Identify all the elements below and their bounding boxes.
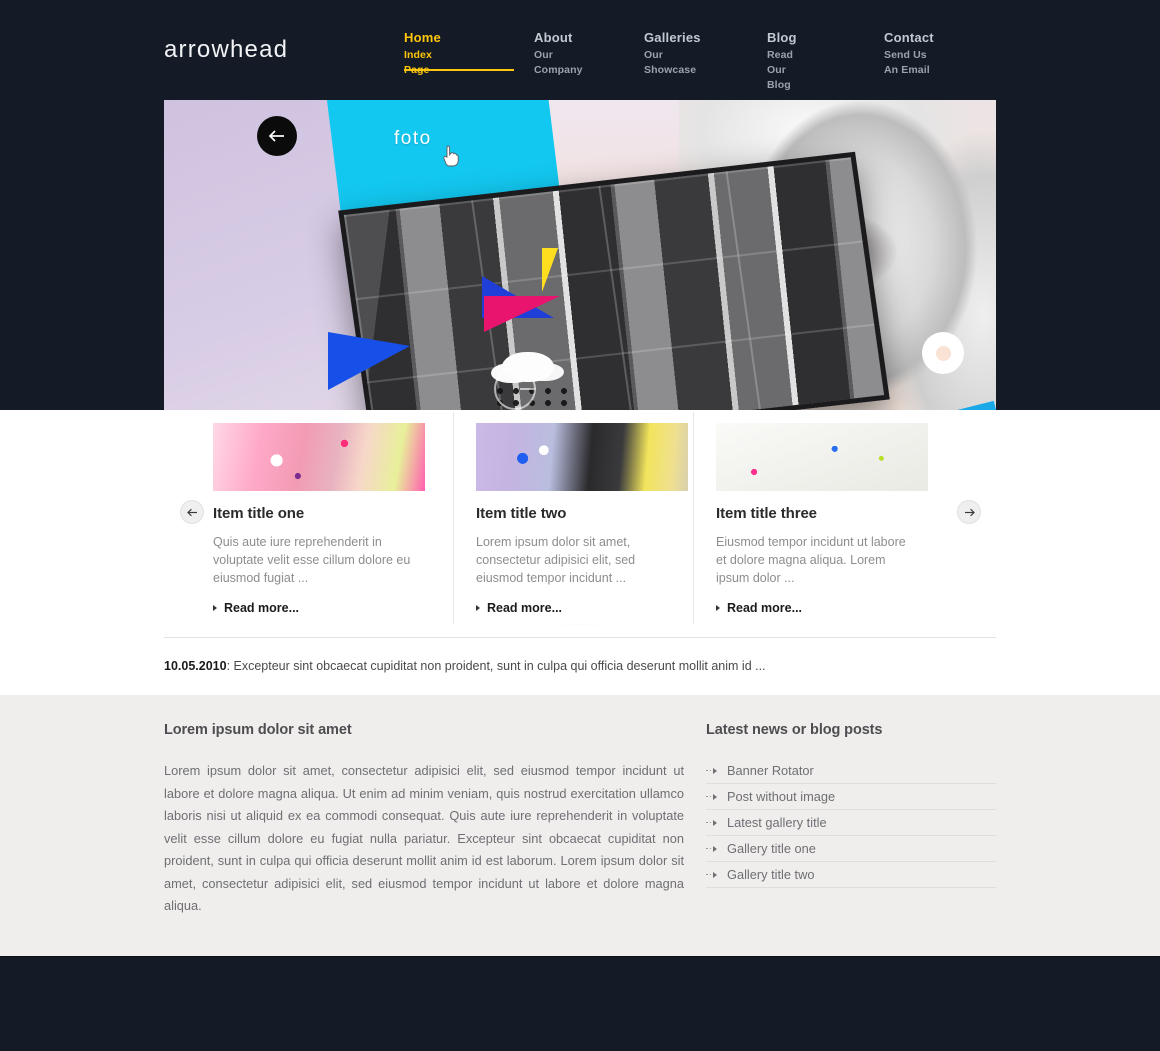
list-item[interactable]: Post without image [706,784,996,810]
carousel-card[interactable]: Item title three Eiusmod tempor incidunt… [693,412,933,624]
card-thumbnail-image[interactable] [716,423,928,491]
slider-next-button[interactable] [922,332,964,374]
card-thumbnail-image[interactable] [476,423,688,491]
header-inner: arrowhead Home Index Page About Our Comp… [164,0,996,96]
nav-item-blog-sublabel: Read Our Blog [767,49,794,91]
card-read-more-link[interactable]: Read more... [213,601,433,615]
main-column-paragraph: Lorem ipsum dolor sit amet, consectetur … [164,763,684,913]
nav-item-contact-sublabel: Send Us An Email [884,49,930,76]
latest-news-date: 10.05.2010 [164,659,227,673]
nav-item-about[interactable]: About Our Company [534,30,583,86]
slide-yellow-triangle [542,248,558,292]
arrow-right-icon [964,508,975,516]
nav-item-home-sublabel: Index Page [404,49,432,76]
latest-news-text[interactable]: Excepteur sint obcaecat cupiditat non pr… [234,659,766,673]
card-excerpt: Lorem ipsum dolor sit amet, consectetur … [476,535,636,585]
carousel-card[interactable]: Item title one Quis aute iure reprehende… [213,412,453,624]
sidebar-column: Latest news or blog posts Banner Rotator… [706,722,996,888]
card-title: Item title three [716,505,817,522]
dotted-arrow-icon [706,767,717,774]
list-item[interactable]: Gallery title two [706,862,996,888]
slide-photo-grid [343,157,885,453]
footer-band: Your copyright - footer info here t f se… [0,956,1160,1051]
nav-item-home-label: Home [404,30,441,45]
nav-item-blog-label: Blog [767,30,797,45]
dotted-arrow-icon [706,871,717,878]
slide-watermark-icon [494,368,536,410]
latest-news-separator: : [226,659,234,673]
nav-item-galleries[interactable]: Galleries Our Showcase [644,30,701,86]
nav-active-underline [404,69,514,71]
sidebar-heading: Latest news or blog posts [706,722,883,738]
list-item-label: Latest gallery title [727,815,827,830]
nav-item-galleries-sublabel: Our Showcase [644,49,697,76]
card-read-more-link[interactable]: Read more... [476,601,673,615]
list-item[interactable]: Latest gallery title [706,810,996,836]
slide-caption: foto [394,128,432,149]
dotted-arrow-icon [706,845,717,852]
header-band: arrowhead Home Index Page About Our Comp… [0,0,1160,490]
list-item-label: Banner Rotator [727,763,814,778]
carousel-next-button[interactable] [957,500,981,524]
nav-item-blog[interactable]: Blog Read Our Blog [767,30,797,101]
carousel-card-list: Item title one Quis aute iure reprehende… [213,412,947,624]
card-title: Item title two [476,505,567,522]
slide-blue-triangle [328,332,410,390]
card-read-more-link[interactable]: Read more... [716,601,913,615]
dotted-arrow-icon [706,819,717,826]
main-text-column: Lorem ipsum dolor sit amet Lorem ipsum d… [164,722,684,918]
nav-item-contact[interactable]: Contact Send Us An Email [884,30,934,86]
latest-news-line: 10.05.2010: Excepteur sint obcaecat cupi… [164,637,996,673]
arrow-left-icon [268,130,284,142]
carousel-prev-button[interactable] [180,500,204,524]
main-column-heading: Lorem ipsum dolor sit amet [164,722,352,738]
slider-prev-button[interactable] [257,116,297,156]
triangle-right-icon [716,605,720,611]
slide-pink-triangle [484,296,560,332]
carousel-card[interactable]: Item title two Lorem ipsum dolor sit ame… [453,412,693,624]
nav-item-about-sublabel: Our Company [534,49,583,76]
card-title: Item title one [213,505,305,522]
nav-item-contact-label: Contact [884,30,934,45]
site-logo[interactable]: arrowhead [164,36,288,64]
list-item-label: Gallery title two [727,867,815,882]
arrow-left-icon [186,508,197,516]
card-read-more-label: Read more... [224,601,300,615]
card-thumbnail-image[interactable] [213,423,425,491]
card-read-more-label: Read more... [487,601,563,615]
list-item[interactable]: Gallery title one [706,836,996,862]
nav-item-galleries-label: Galleries [644,30,701,45]
featured-carousel: Item title one Quis aute iure reprehende… [213,412,947,624]
nav-item-home[interactable]: Home Index Page [404,30,514,86]
triangle-right-icon [213,605,217,611]
dotted-arrow-icon [706,793,717,800]
list-item[interactable]: Banner Rotator [706,758,996,784]
page-root: arrowhead Home Index Page About Our Comp… [0,0,1160,1051]
triangle-right-icon [476,605,480,611]
card-excerpt: Eiusmod tempor incidunt ut labore et dol… [716,535,906,585]
card-read-more-label: Read more... [727,601,803,615]
list-item-label: Gallery title one [727,841,816,856]
circle-dot-icon [935,345,951,361]
sidebar-post-list: Banner Rotator Post without image Latest… [706,758,996,888]
nav-item-about-label: About [534,30,573,45]
card-excerpt: Quis aute iure reprehenderit in voluptat… [213,535,411,585]
list-item-label: Post without image [727,789,836,804]
